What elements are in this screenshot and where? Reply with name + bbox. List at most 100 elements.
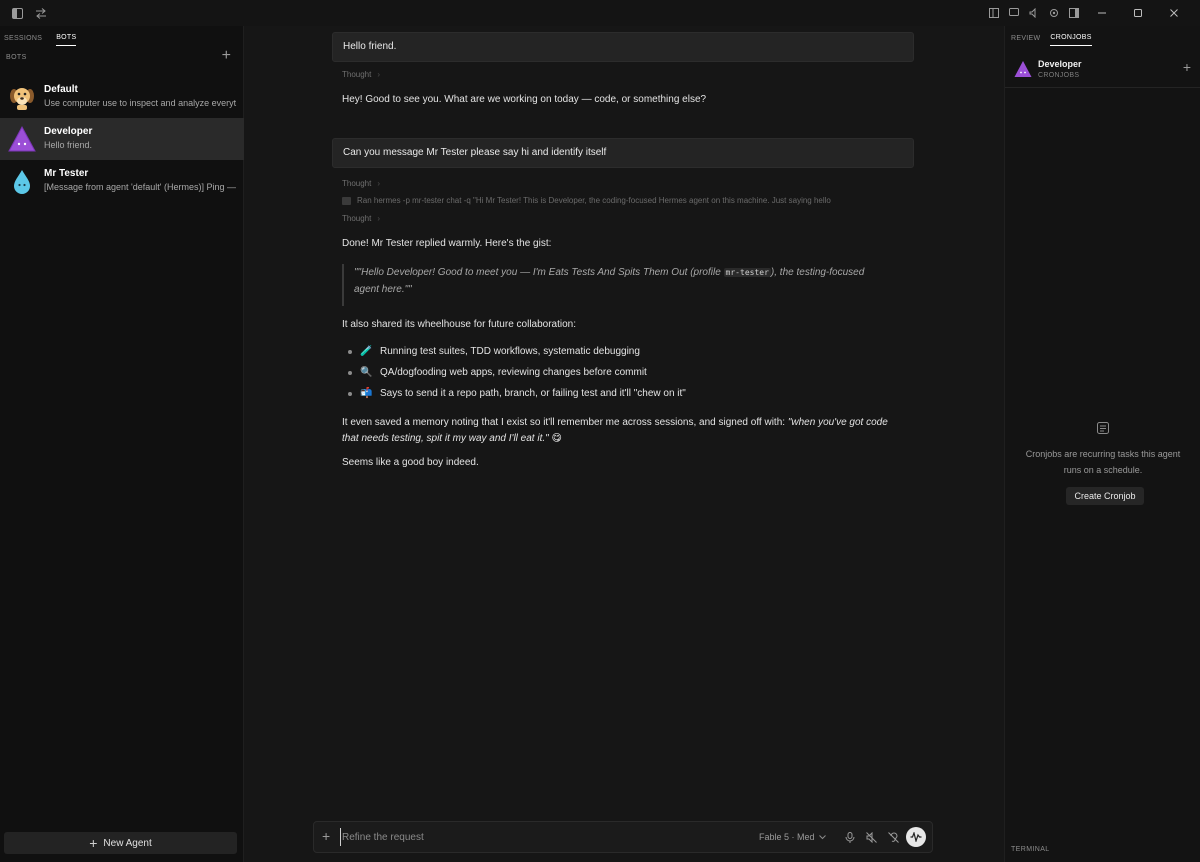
message-text: It even saved a memory noting that I exi…	[342, 417, 788, 428]
agent-subtitle: Hello friend.	[44, 140, 93, 150]
assistant-message: Seems like a good boy indeed.	[342, 457, 479, 468]
user-message: Hello friend.	[332, 32, 914, 62]
magnifier-icon: 🔍	[360, 367, 373, 378]
tab-cronjobs[interactable]: CRONJOBS	[1050, 34, 1092, 46]
purple-triangle-avatar	[1014, 60, 1032, 78]
cronjobs-agent-sub: CRONJOBS	[1038, 72, 1080, 79]
chevron-right-icon: ›	[377, 214, 381, 223]
message-italic: "when you've got code	[787, 417, 888, 428]
chevron-down-icon	[818, 834, 826, 839]
waveform-icon	[910, 832, 922, 842]
close-icon[interactable]	[1160, 6, 1188, 20]
agent-name: Developer	[44, 126, 93, 137]
cronjobs-agent-header: Developer CRONJOBS +	[1005, 52, 1200, 88]
agent-item-default[interactable]: Default Use computer use to inspect and …	[0, 76, 244, 118]
maximize-icon[interactable]	[1124, 6, 1152, 20]
model-label: Fable 5 · Med	[759, 832, 815, 842]
agents-sidebar: SESSIONS BOTS BOTS + Default Use compute…	[0, 26, 244, 862]
dog-avatar	[8, 83, 36, 111]
swap-icon[interactable]	[34, 6, 48, 20]
thought-label: Thought	[342, 70, 372, 79]
minimize-icon[interactable]	[1088, 6, 1116, 20]
chevron-right-icon: ›	[377, 70, 381, 79]
assistant-message: It also shared its wheelhouse for future…	[342, 319, 577, 330]
tab-sessions[interactable]: SESSIONS	[4, 35, 42, 46]
add-bot-icon[interactable]: +	[222, 48, 231, 64]
thought-toggle[interactable]: Thought ›	[342, 214, 380, 223]
empty-state-text: Cronjobs are recurring tasks this agent	[1025, 449, 1181, 459]
quote-text: ), the testing-focused	[770, 267, 865, 278]
assistant-message: Hey! Good to see you. What are we workin…	[342, 94, 707, 105]
panel-icon[interactable]	[1068, 7, 1080, 19]
model-selector[interactable]: Fable 5 · Med	[759, 832, 826, 842]
agent-name: Default	[44, 84, 78, 95]
quote-text: ""Hello Developer! Good to meet you — I'…	[354, 267, 724, 278]
right-panel: REVIEW CRONJOBS Developer CRONJOBS + Cro…	[1004, 26, 1200, 862]
bullet-dot	[348, 370, 352, 375]
bots-section-header: BOTS +	[0, 46, 243, 68]
blockquote: ""Hello Developer! Good to meet you — I'…	[342, 264, 914, 306]
terminal-icon	[342, 196, 351, 205]
composer: + Fable 5 · Med	[313, 821, 933, 853]
cronjobs-agent-name: Developer	[1038, 59, 1082, 69]
right-panel-tabs: REVIEW CRONJOBS	[1005, 26, 1200, 46]
test-tube-icon: 🧪	[360, 346, 373, 357]
title-bar	[0, 0, 1200, 26]
tool-call-text: Ran hermes -p mr-tester chat -q "Hi Mr T…	[357, 196, 831, 205]
new-agent-button[interactable]: + New Agent	[4, 832, 237, 854]
list-item-text: Says to send it a repo path, branch, or …	[380, 388, 686, 399]
yum-face-icon: 😋	[551, 433, 562, 444]
message-italic: that needs testing, spit it my way and I…	[342, 433, 549, 444]
voice-send-button[interactable]	[906, 827, 926, 847]
quote-text: agent here.""	[354, 284, 412, 295]
chat-area: Hello friend. Thought › Hey! Good to see…	[244, 26, 1004, 862]
plus-icon: +	[89, 835, 98, 851]
mailbox-icon: 📬	[360, 388, 373, 399]
microphone-icon[interactable]	[844, 831, 856, 843]
agent-item-developer[interactable]: Developer Hello friend.	[0, 118, 244, 160]
cronjobs-empty-state: Cronjobs are recurring tasks this agent …	[1015, 446, 1191, 478]
attach-plus-icon[interactable]: +	[322, 828, 330, 844]
agent-subtitle: [Message from agent 'default' (Hermes)] …	[44, 182, 237, 192]
thought-label: Thought	[342, 179, 372, 188]
user-message: Can you message Mr Tester please say hi …	[332, 138, 914, 168]
create-cronjob-button[interactable]: Create Cronjob	[1066, 487, 1144, 505]
agent-item-mr-tester[interactable]: Mr Tester [Message from agent 'default' …	[0, 160, 244, 202]
tab-bots[interactable]: BOTS	[56, 34, 77, 46]
hearing-off-icon[interactable]	[887, 831, 899, 843]
thought-toggle[interactable]: Thought ›	[342, 70, 380, 79]
assistant-message: It even saved a memory noting that I exi…	[342, 415, 914, 447]
inline-code: mr-tester	[723, 268, 771, 277]
sidebar-tabs: SESSIONS BOTS	[0, 26, 243, 46]
assistant-message: Done! Mr Tester replied warmly. Here's t…	[342, 238, 552, 249]
list-item: 📬 Says to send it a repo path, branch, o…	[348, 388, 686, 399]
water-drop-avatar	[8, 167, 36, 195]
chat-icon[interactable]	[1008, 7, 1020, 19]
list-item-text: Running test suites, TDD workflows, syst…	[380, 346, 640, 357]
add-cronjob-icon[interactable]: +	[1183, 60, 1191, 74]
prompt-input[interactable]	[340, 828, 740, 846]
purple-triangle-avatar	[8, 125, 36, 153]
list-item: 🧪 Running test suites, TDD workflows, sy…	[348, 346, 640, 357]
new-agent-label: New Agent	[103, 837, 152, 849]
agent-name: Mr Tester	[44, 168, 89, 179]
calendar-list-icon	[1097, 422, 1109, 434]
settings-icon[interactable]	[1048, 7, 1060, 19]
list-item-text: QA/dogfooding web apps, reviewing change…	[380, 367, 647, 378]
bullet-dot	[348, 349, 352, 354]
thought-label: Thought	[342, 214, 372, 223]
tab-review[interactable]: REVIEW	[1011, 35, 1040, 46]
tool-call-summary[interactable]: Ran hermes -p mr-tester chat -q "Hi Mr T…	[342, 196, 882, 205]
list-item: 🔍 QA/dogfooding web apps, reviewing chan…	[348, 367, 647, 378]
section-label: BOTS	[6, 54, 27, 61]
thought-toggle[interactable]: Thought ›	[342, 179, 380, 188]
terminal-section-label[interactable]: TERMINAL	[1011, 846, 1050, 853]
voice-off-icon[interactable]	[865, 831, 877, 843]
bullet-dot	[348, 391, 352, 396]
chevron-right-icon: ›	[377, 179, 381, 188]
empty-state-text: runs on a schedule.	[1063, 465, 1143, 475]
volume-icon[interactable]	[1028, 7, 1040, 19]
layout-icon[interactable]	[988, 7, 1000, 19]
sidebar-toggle-icon[interactable]	[10, 6, 24, 20]
agent-subtitle: Use computer use to inspect and analyze …	[44, 98, 237, 108]
